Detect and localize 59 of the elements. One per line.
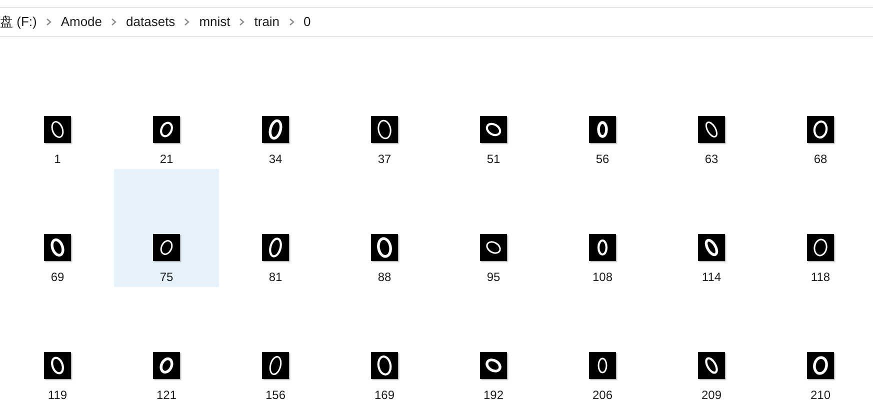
file-tile[interactable]: 68 <box>768 51 873 169</box>
chevron-icon <box>46 18 52 26</box>
file-name: 21 <box>160 151 174 168</box>
file-tile[interactable]: 37 <box>332 51 437 169</box>
file-tile[interactable]: 169 <box>332 287 437 405</box>
chevron-icon <box>184 18 190 26</box>
file-tile[interactable]: 108 <box>550 169 655 287</box>
file-tile[interactable]: 75 <box>114 169 219 287</box>
file-name: 108 <box>592 269 613 286</box>
file-tile[interactable]: 95 <box>441 169 546 287</box>
file-name: 118 <box>810 269 830 286</box>
breadcrumb-item[interactable]: datasets <box>126 12 176 32</box>
file-name: 88 <box>378 269 392 286</box>
file-tile[interactable]: 88 <box>332 169 437 287</box>
file-name: 192 <box>483 387 504 404</box>
breadcrumb-item[interactable]: train <box>254 12 280 32</box>
file-name: 63 <box>704 151 718 168</box>
file-name: 51 <box>486 151 500 168</box>
breadcrumb-item[interactable]: 盘 (F:) <box>0 12 37 32</box>
file-name: 121 <box>156 387 177 404</box>
file-tile[interactable]: 121 <box>114 287 219 405</box>
file-tile[interactable]: 210 <box>768 287 873 405</box>
breadcrumb-item[interactable]: Amode <box>60 12 102 32</box>
file-tile[interactable]: 34 <box>223 51 328 169</box>
chevron-icon <box>288 18 295 26</box>
file-tile[interactable]: 21 <box>114 51 219 169</box>
file-tile[interactable]: 81 <box>223 169 328 287</box>
file-name: 209 <box>701 387 722 404</box>
file-tile[interactable]: 206 <box>550 287 655 405</box>
chevron-icon <box>111 18 118 26</box>
file-tile[interactable]: 114 <box>659 169 764 287</box>
file-tile[interactable]: 1 <box>5 51 110 169</box>
breadcrumb-item[interactable]: mnist <box>199 12 230 32</box>
file-name: 37 <box>378 151 392 168</box>
file-tile[interactable]: 192 <box>441 287 546 405</box>
file-name: 34 <box>268 151 282 168</box>
file-tile[interactable]: 209 <box>659 287 764 405</box>
chevron-icon <box>239 18 246 26</box>
file-name: 75 <box>160 269 174 286</box>
file-name: 1 <box>54 151 61 168</box>
file-name: 81 <box>268 269 282 286</box>
file-name: 68 <box>814 151 828 168</box>
file-tile[interactable]: 51 <box>441 51 546 169</box>
breadcrumb-item[interactable]: 0 <box>304 12 311 32</box>
file-name: 95 <box>486 269 500 286</box>
file-tile[interactable]: 119 <box>5 287 110 405</box>
file-name: 210 <box>810 387 831 404</box>
file-name: 119 <box>48 387 68 404</box>
file-tile[interactable]: 118 <box>768 169 873 287</box>
file-name: 169 <box>374 387 395 404</box>
file-name: 206 <box>592 387 613 404</box>
file-tile[interactable]: 56 <box>550 51 655 169</box>
file-name: 56 <box>596 151 610 168</box>
file-tile[interactable]: 69 <box>5 169 110 287</box>
file-name: 156 <box>265 387 286 404</box>
file-name: 114 <box>702 269 722 286</box>
file-name: 69 <box>50 269 64 286</box>
file-tile[interactable]: 156 <box>223 287 328 405</box>
file-tile[interactable]: 63 <box>659 51 764 169</box>
